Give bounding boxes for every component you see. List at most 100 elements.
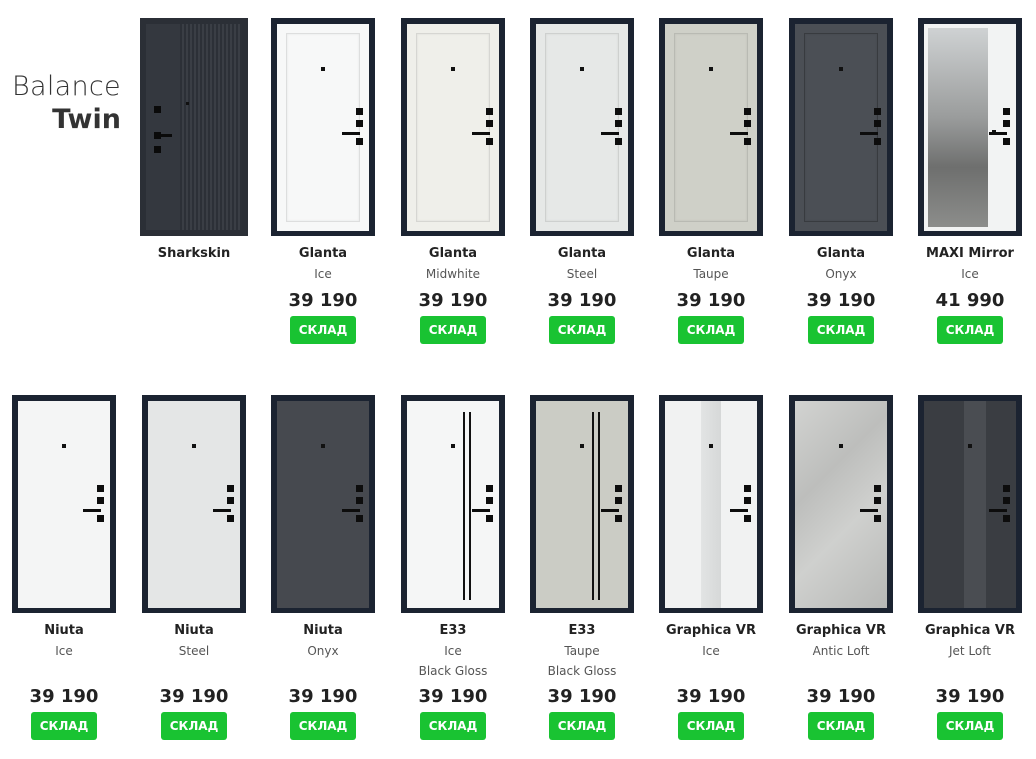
- door-handle: [860, 509, 878, 512]
- door-image[interactable]: [530, 18, 634, 236]
- door-price: 39 190: [418, 290, 488, 311]
- door-name: Glanta: [816, 246, 866, 261]
- door-leaf: [924, 401, 1016, 608]
- door-image[interactable]: [142, 395, 246, 613]
- door-image[interactable]: [401, 18, 505, 236]
- door-image[interactable]: [659, 18, 763, 236]
- door-card[interactable]: Glanta Onyx 39 190 СКЛАД: [782, 18, 900, 344]
- door-card[interactable]: Graphica VR Ice 39 190 СКЛАД: [652, 395, 770, 740]
- door-image-sharkskin[interactable]: [140, 18, 248, 236]
- door-card[interactable]: E33 Ice Black Gloss 39 190 СКЛАД: [394, 395, 512, 740]
- door-hardware: [341, 108, 363, 158]
- door-price: 39 190: [547, 290, 617, 311]
- lock-key: [744, 108, 751, 115]
- door-handle: [342, 509, 360, 512]
- door-handle: [989, 132, 1007, 135]
- door-handle: [472, 132, 490, 135]
- peephole: [709, 67, 713, 71]
- stock-button[interactable]: СКЛАД: [161, 712, 227, 740]
- lock-key: [615, 497, 622, 504]
- door-image[interactable]: [659, 395, 763, 613]
- door-image[interactable]: [789, 18, 893, 236]
- stock-button[interactable]: СКЛАД: [678, 712, 744, 740]
- door-finish: Ice: [961, 267, 979, 281]
- black-gloss-line: [463, 412, 465, 600]
- lock-key: [744, 485, 751, 492]
- lock-key: [615, 485, 622, 492]
- door-leaf: [277, 401, 369, 608]
- door-finish: Jet Loft: [949, 644, 991, 658]
- stock-button[interactable]: СКЛАД: [420, 316, 486, 344]
- door-hardware: [600, 108, 622, 158]
- lock-key: [486, 108, 493, 115]
- door-card[interactable]: Glanta Taupe 39 190 СКЛАД: [652, 18, 770, 344]
- stock-button[interactable]: СКЛАД: [290, 316, 356, 344]
- door-card[interactable]: Niuta Ice 39 190 СКЛАД: [5, 395, 123, 740]
- door-image[interactable]: [401, 395, 505, 613]
- door-card[interactable]: MAXI Mirror Ice 41 990 СКЛАД: [911, 18, 1029, 344]
- stock-button[interactable]: СКЛАД: [937, 316, 1003, 344]
- stock-button[interactable]: СКЛАД: [549, 316, 615, 344]
- door-card[interactable]: Glanta Ice 39 190 СКЛАД: [264, 18, 382, 344]
- door-image[interactable]: [12, 395, 116, 613]
- lock-key: [1003, 485, 1010, 492]
- door-name: Niuta: [303, 623, 343, 638]
- stock-button[interactable]: СКЛАД: [937, 712, 1003, 740]
- door-hardware: [341, 485, 363, 535]
- lock-key: [744, 138, 751, 145]
- door-card[interactable]: Niuta Onyx 39 190 СКЛАД: [264, 395, 382, 740]
- lock-key: [227, 485, 234, 492]
- door-finish: Ice: [314, 267, 332, 281]
- lock-key: [874, 138, 881, 145]
- stock-button[interactable]: СКЛАД: [420, 712, 486, 740]
- peephole: [580, 444, 584, 448]
- door-price: 39 190: [806, 290, 876, 311]
- door-price: 39 190: [29, 686, 99, 707]
- door-price: 39 190: [288, 686, 358, 707]
- door-finish: Ice: [702, 644, 720, 658]
- lock-key: [356, 485, 363, 492]
- door-handle: [730, 132, 748, 135]
- door-leaf: [795, 401, 887, 608]
- peephole: [321, 67, 325, 71]
- door-leaf: [407, 24, 499, 231]
- door-price: 41 990: [935, 290, 1005, 311]
- door-price: 39 190: [935, 686, 1005, 707]
- door-image[interactable]: [789, 395, 893, 613]
- door-image[interactable]: [918, 18, 1022, 236]
- door-card[interactable]: Graphica VR Jet Loft 39 190 СКЛАД: [911, 395, 1029, 740]
- door-hardware: [212, 485, 234, 535]
- lock-key: [1003, 108, 1010, 115]
- door-card[interactable]: Niuta Steel 39 190 СКЛАД: [135, 395, 253, 740]
- stock-button[interactable]: СКЛАД: [549, 712, 615, 740]
- lock-key: [615, 515, 622, 522]
- lock-key: [97, 515, 104, 522]
- door-name: Graphica VR: [925, 623, 1015, 638]
- door-leaf: [277, 24, 369, 231]
- door-hardware: [729, 108, 751, 158]
- lock-key: [486, 138, 493, 145]
- collection-title-line2: Twin: [52, 104, 121, 135]
- stock-button[interactable]: СКЛАД: [290, 712, 356, 740]
- lock-key: [154, 132, 161, 139]
- door-image[interactable]: [271, 18, 375, 236]
- stock-button[interactable]: СКЛАД: [678, 316, 744, 344]
- door-price: 39 190: [547, 686, 617, 707]
- stock-button[interactable]: СКЛАД: [31, 712, 97, 740]
- door-card[interactable]: Glanta Steel 39 190 СКЛАД: [523, 18, 641, 344]
- door-image[interactable]: [918, 395, 1022, 613]
- door-card[interactable]: E33 Taupe Black Gloss 39 190 СКЛАД: [523, 395, 641, 740]
- lock-key: [615, 108, 622, 115]
- door-finish: Ice: [55, 644, 73, 658]
- stock-button[interactable]: СКЛАД: [808, 712, 874, 740]
- door-leaf: [18, 401, 110, 608]
- stock-button[interactable]: СКЛАД: [808, 316, 874, 344]
- lock-key: [154, 106, 161, 113]
- door-card[interactable]: Glanta Midwhite 39 190 СКЛАД: [394, 18, 512, 344]
- door-leaf: [536, 24, 628, 231]
- door-card[interactable]: Graphica VR Antic Loft 39 190 СКЛАД: [782, 395, 900, 740]
- door-name: Glanta: [298, 246, 348, 261]
- door-image[interactable]: [271, 395, 375, 613]
- peephole: [192, 444, 196, 448]
- door-image[interactable]: [530, 395, 634, 613]
